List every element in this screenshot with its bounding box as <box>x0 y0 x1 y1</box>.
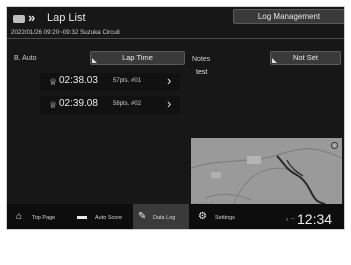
data-log-icon: ✎ <box>138 211 147 222</box>
page-title: Lap List <box>47 12 86 24</box>
app-screen: » Lap List Log Management 2022/01/26 09:… <box>6 6 345 230</box>
lap-time-sort-label: Lap Time <box>122 53 153 62</box>
lap-number: #02 <box>131 101 142 107</box>
lap-meta: 58pts. #02 <box>113 101 141 107</box>
lap-points: 58pts. <box>113 101 130 107</box>
corner-indicator-icon <box>272 58 277 63</box>
nav-auto-score[interactable]: ▬ Auto Score <box>71 204 133 229</box>
lap-time: 02:39.08 <box>59 98 98 109</box>
lap-row[interactable]: ♕ 02:39.08 58pts. #02 › <box>40 96 180 114</box>
nav-top-page[interactable]: ⌂ Top Page <box>7 204 71 229</box>
notes-text: test <box>196 69 208 76</box>
map-location-icon[interactable] <box>331 142 338 149</box>
lap-icon: ♕ <box>49 77 58 87</box>
notes-setting-button[interactable]: Not Set <box>270 51 341 65</box>
lap-time-sort-button[interactable]: Lap Time <box>90 51 185 65</box>
header: » Lap List Log Management 2022/01/26 09:… <box>7 7 344 41</box>
app-logo-icon <box>13 15 25 23</box>
lap-time: 02:38.03 <box>59 75 98 86</box>
lap-row[interactable]: ♕ 02:38.03 57pts. #01 › <box>40 73 180 91</box>
notes-label: Notes <box>192 56 211 63</box>
home-icon: ⌂ <box>16 211 23 222</box>
track-route <box>276 155 326 205</box>
log-management-button[interactable]: Log Management <box>233 9 344 24</box>
nav-label: Settings <box>215 215 235 221</box>
clock: 12:34 <box>297 211 333 227</box>
nav-settings[interactable]: ⚙ Settings <box>189 204 247 229</box>
session-info: 2022/01/26 09:20~09:32 Suzuka Circuit <box>11 29 120 36</box>
signal-icon: ᵃ <box>286 218 289 224</box>
lap-icon: ♕ <box>49 100 58 110</box>
notes-setting-label: Not Set <box>292 53 318 62</box>
car-icon: ▬ <box>77 211 87 222</box>
track-map-graphic <box>190 148 343 211</box>
track-map[interactable]: Mapbox © <box>190 138 343 211</box>
wifi-icon: ⌔ <box>289 218 296 224</box>
chevron-right-icon[interactable]: › <box>167 96 171 111</box>
notes-panel: Notes Not Set test Mapbox © <box>188 41 343 211</box>
lap-meta: 57pts. #01 <box>113 78 141 84</box>
nav-label: Auto Score <box>95 215 123 221</box>
corner-indicator-icon <box>92 58 97 63</box>
nav-label: Top Page <box>32 215 56 221</box>
chevron-right-icon[interactable]: › <box>167 73 171 88</box>
status-icons: ᵃ ⌔ <box>286 216 296 224</box>
lap-points: 57pts. <box>113 78 130 84</box>
gear-icon: ⚙ <box>198 211 207 222</box>
sort-mode-label: B. Auto <box>14 55 37 62</box>
nav-label: Data Log <box>153 215 176 221</box>
nav-data-log[interactable]: ✎ Data Log <box>133 204 189 229</box>
lap-number: #01 <box>131 78 142 84</box>
lap-list-panel: B. Auto Lap Time ♕ 02:38.03 57pts. #01 ›… <box>7 41 187 201</box>
bottom-nav-bar: ⌂ Top Page ▬ Auto Score ✎ Data Log ⚙ Set… <box>7 204 344 229</box>
header-divider <box>7 38 344 39</box>
back-chevrons-icon[interactable]: » <box>28 10 35 25</box>
